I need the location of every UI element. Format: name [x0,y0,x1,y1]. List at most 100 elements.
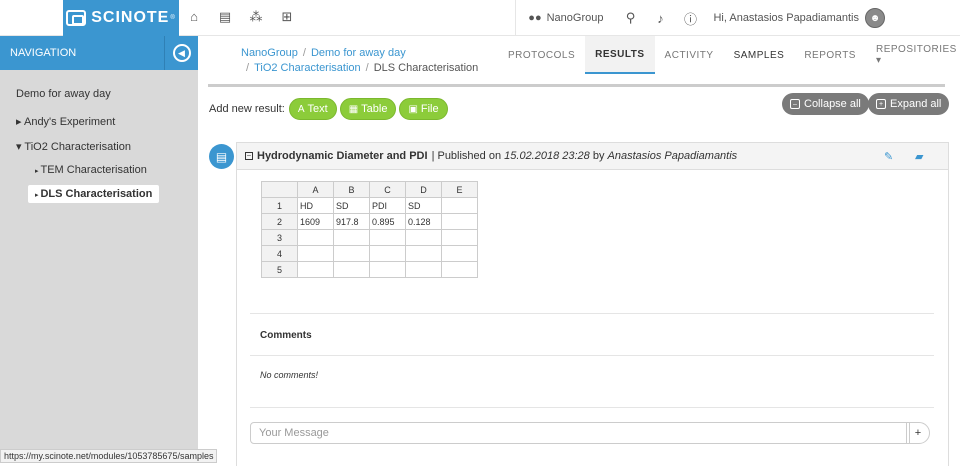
button-label: Text [307,103,328,115]
avatar: ☻ [865,8,885,28]
home-icon[interactable]: ⌂ [187,10,201,24]
tab-activity[interactable]: ACTIVITY [655,36,724,74]
by-label: by [592,150,605,162]
add-table-button[interactable]: ▦ Table [339,98,397,120]
add-text-button[interactable]: A Text [288,98,337,120]
table-cell [441,197,478,214]
sidebar-item-label: TiO2 Characterisation [24,141,131,153]
tab-results[interactable]: RESULTS [585,36,655,74]
table-row: 4 [261,245,478,262]
info-icon[interactable]: ⓘ [675,0,705,36]
scinote-logo[interactable]: SCINOTE ® [63,0,179,36]
search-icon[interactable]: ⚲ [615,0,645,36]
archive-icon[interactable]: ▰ [915,150,923,163]
table-cell [369,245,406,262]
tab-samples[interactable]: SAMPLES [724,36,795,74]
tab-repositories[interactable]: REPOSITORIES ▾ [866,36,960,74]
network-icon[interactable]: ⁂ [249,10,263,24]
published-label: | Published on [431,150,502,162]
table-cell: 917.8 [333,213,370,230]
add-file-button[interactable]: ▣ File [399,98,448,120]
table-cell: SD [333,197,370,214]
button-label: Collapse all [804,98,861,110]
bell-icon[interactable]: ♪ [645,0,675,36]
table-cell: 0.128 [405,213,442,230]
column-header: D [405,181,442,198]
expand-all-button[interactable]: + Expand all [868,93,950,115]
collapse-toggle-icon[interactable]: – [245,152,253,160]
team-name: NanoGroup [546,12,604,24]
table-row: 2 1609 917.8 0.895 0.128 [261,213,478,230]
chevron-left-icon: ◀ [172,44,191,62]
table-cell [441,245,478,262]
user-menu[interactable]: Hi, Anastasios Papadiamantis ☻ [713,8,885,28]
breadcrumb: NanoGroup / Demo for away day / TiO2 Charac… [241,47,479,74]
collapse-icon: – [790,99,800,109]
sidebar-item-task-tem[interactable]: ▸ TEM Characterisation [35,164,147,176]
table-cell [297,229,334,246]
table-cell: 0.895 [369,213,406,230]
result-panel: – Hydrodynamic Diameter and PDI | Publis… [236,142,949,466]
column-header: E [441,181,478,198]
team-selector[interactable]: ●● NanoGroup [515,0,615,36]
row-header: 5 [261,261,298,278]
table-cell [405,261,442,278]
sidebar-item-experiment-tio2[interactable]: ▾ TiO2 Characterisation [16,140,131,153]
table-row: 1 HD SD PDI SD [261,197,478,214]
top-bar: SCINOTE ® ⌂ ▤ ⁂ ⊞ ●● NanoGroup ⚲ ♪ ⓘ Hi,… [0,0,960,36]
main-content: NanoGroup / Demo for away day / TiO2 Charac… [198,36,960,466]
corner-cell [261,181,298,198]
result-table: ABCDE 1 HD SD PDI SD 2 1609 917.8 0.895 0.128 3 4 5 [261,181,478,278]
button-label: File [420,103,439,115]
tab-protocols[interactable]: PROTOCOLS [498,36,585,74]
result-title: Hydrodynamic Diameter and PDI [257,150,428,162]
sidebar-item-project[interactable]: Demo for away day [16,88,111,100]
collapse-all-button[interactable]: – Collapse all [782,93,869,115]
button-label: Table [361,103,388,115]
status-url: https://my.scinote.net/modules/105378567… [0,449,218,463]
expand-icon: + [876,99,886,109]
breadcrumb-experiment[interactable]: TiO2 Characterisation [254,62,361,74]
divider [208,84,945,87]
result-type-icon: ▤ [209,144,234,169]
table-cell [441,229,478,246]
table-cell: PDI [369,197,406,214]
column-header: B [333,181,370,198]
add-result-label: Add new result: [209,103,285,115]
list-icon[interactable]: ▤ [218,10,232,24]
table-row: 5 [261,261,478,278]
edit-icon[interactable]: ✎ [884,150,893,163]
sidebar-item-task-dls[interactable]: ▸ DLS Characterisation [28,185,160,203]
add-comment-button[interactable]: + [906,422,930,444]
users-icon: ●● [528,12,542,24]
row-header: 1 [261,197,298,214]
row-header: 4 [261,245,298,262]
breadcrumb-team[interactable]: NanoGroup [241,47,298,59]
sidebar: NAVIGATION ◀ Demo for away day ▸ Andy's … [0,36,198,452]
sidebar-item-experiment-andy[interactable]: ▸ Andy's Experiment [16,115,115,128]
result-date: 15.02.2018 23:28 [504,150,590,162]
sidebar-item-label: Demo for away day [16,88,111,100]
breadcrumb-project[interactable]: Demo for away day [311,47,406,59]
tab-reports[interactable]: REPORTS [794,36,866,74]
comment-input[interactable]: Your Message [250,422,910,444]
table-cell [369,261,406,278]
add-result-bar: Add new result: A Text ▦ Table ▣ File [209,98,451,120]
sidebar-toggle-button[interactable]: ◀ [164,36,198,70]
comments-title: Comments [260,330,312,341]
table-icon: ▦ [348,103,359,115]
caret-right-icon: ▸ [16,116,24,128]
table-cell [297,245,334,262]
table-cell: 1609 [297,213,334,230]
result-author: Anastasios Papadiamantis [607,150,738,162]
sidebar-item-label: TEM Characterisation [40,164,147,176]
result-header[interactable]: – Hydrodynamic Diameter and PDI | Publis… [237,143,948,170]
row-header: 3 [261,229,298,246]
table-cell [297,261,334,278]
logo-mark: ® [170,15,176,21]
table-cell [405,245,442,262]
column-header: C [369,181,406,198]
sitemap-icon[interactable]: ⊞ [280,10,294,24]
task-tabs: PROTOCOLS RESULTS ACTIVITY SAMPLES REPOR… [498,36,960,74]
breadcrumb-current: DLS Characterisation [373,62,479,74]
